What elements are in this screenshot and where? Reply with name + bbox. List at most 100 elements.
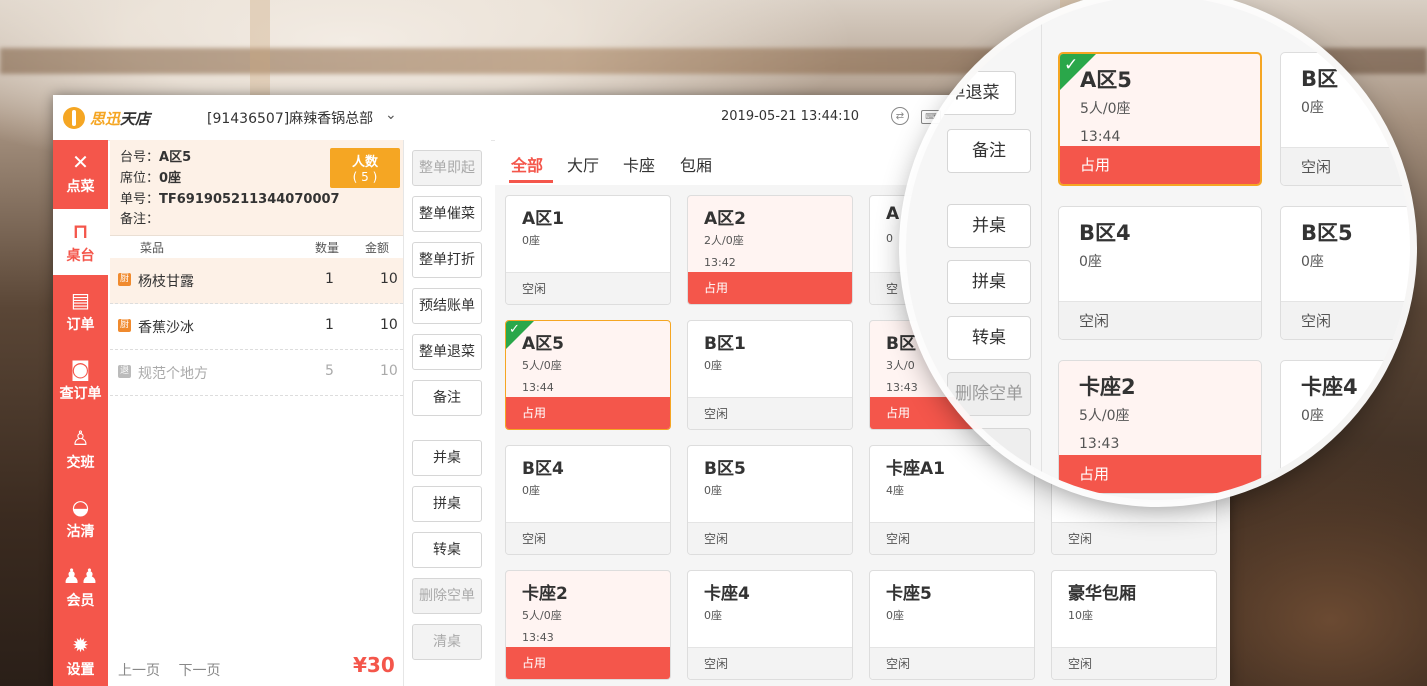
clear-table-button[interactable]: 清桌: [412, 624, 482, 660]
zoom-note-button[interactable]: 备注: [947, 129, 1031, 173]
dish-list-header: 菜品 数量 金额: [110, 236, 403, 259]
order-header: 台号：A区5 席位：0座 单号：TF691905211344070007 备注：…: [110, 140, 403, 236]
tab-all[interactable]: 全部: [511, 152, 543, 176]
order-actions: 整单即起 整单催菜 整单打折 预结账单 整单退菜 备注 并桌 拼桌 转桌 删除空…: [404, 140, 491, 686]
order-panel: 台号：A区5 席位：0座 单号：TF691905211344070007 备注：…: [110, 140, 404, 686]
side-nav: ✕ 点菜 ⊓ 桌台 ▤ 订单 ◙ 查订单 ♙ 交班 ◒ 沽清 ♟♟ 会员 ✹ 设: [53, 140, 108, 686]
seat-number: 席位：0座: [120, 171, 182, 186]
zoom-table-card-selected[interactable]: ✓ A区5 5人/0座 13:44 占用: [1058, 52, 1262, 186]
nav-item-shift[interactable]: ♙ 交班: [53, 416, 108, 482]
returned-tag: 退: [118, 365, 131, 378]
table-status: 占用: [1059, 455, 1261, 493]
table-card[interactable]: A区2 2人/0座 13:42 占用: [687, 195, 853, 305]
order-total: ¥30: [353, 653, 395, 677]
tab-private-room[interactable]: 包厢: [680, 152, 712, 176]
table-card[interactable]: 卡座4 0座 空闲: [687, 570, 853, 680]
table-card[interactable]: 豪华包厢 10座 空闲: [1051, 570, 1217, 680]
nav-item-soldout[interactable]: ◒ 沽清: [53, 485, 108, 551]
zoom-table-card[interactable]: B区4 0座 空闲: [1058, 206, 1262, 340]
table-status: 空闲: [1059, 301, 1261, 339]
zoom-table-card[interactable]: 卡座4 0座: [1280, 360, 1410, 494]
shift-icon: ♙: [71, 426, 90, 450]
zoom-share-table-button[interactable]: 拼桌: [947, 260, 1031, 304]
nav-item-orders[interactable]: ▤ 订单: [53, 278, 108, 344]
zoom-delete-empty-order-button[interactable]: 删除空单: [947, 372, 1031, 416]
table-card[interactable]: 卡座2 5人/0座 13:43 占用: [505, 570, 671, 680]
app-logo: 思迅天店: [63, 107, 150, 129]
return-all-button[interactable]: 整单退菜: [412, 334, 482, 370]
logo-icon: [63, 107, 85, 129]
table-status: 空闲: [870, 522, 1034, 554]
share-table-button[interactable]: 拼桌: [412, 486, 482, 522]
table-card[interactable]: B区5 0座 空闲: [687, 445, 853, 555]
dish-row[interactable]: 厨 杨枝甘露 1 10: [110, 258, 403, 304]
table-card[interactable]: B区4 0座 空闲: [505, 445, 671, 555]
table-status: 空闲: [870, 647, 1034, 679]
zoom-table-card[interactable]: 卡座2 5人/0座 13:43 占用: [1058, 360, 1262, 494]
fire-all-button[interactable]: 整单即起: [412, 150, 482, 186]
table-card[interactable]: A区1 0座 空闲: [505, 195, 671, 305]
table-status: 空闲: [1052, 647, 1216, 679]
logo-text: 思迅天店: [90, 109, 151, 128]
nav-item-order-dishes[interactable]: ✕ 点菜: [53, 140, 108, 206]
dish-row[interactable]: 退 规范个地方 5 10: [110, 350, 403, 396]
discount-all-button[interactable]: 整单打折: [412, 242, 482, 278]
pager: 上一页 下一页: [118, 660, 234, 680]
table-status: 占用: [506, 647, 670, 679]
member-icon: ♟♟: [62, 564, 99, 588]
prev-page-link[interactable]: 上一页: [118, 663, 160, 679]
table-status: 空闲: [688, 522, 852, 554]
kitchen-tag: 厨: [118, 319, 131, 332]
next-page-link[interactable]: 下一页: [178, 663, 220, 679]
zoom-table-card[interactable]: B区 0座 空闲: [1280, 52, 1410, 186]
rush-all-button[interactable]: 整单催菜: [412, 196, 482, 232]
table-status: 空闲: [688, 647, 852, 679]
chevron-down-icon[interactable]: ⌄: [385, 107, 397, 123]
table-status: 空闲: [506, 522, 670, 554]
order-number: 单号：TF691905211344070007: [120, 192, 340, 207]
current-datetime: 2019-05-21 13:44:10: [721, 109, 860, 124]
note-button[interactable]: 备注: [412, 380, 482, 416]
order-note: 备注：: [120, 212, 160, 227]
table-status: 空闲: [1281, 147, 1410, 185]
gear-icon: ✹: [72, 633, 89, 657]
pre-bill-button[interactable]: 预结账单: [412, 288, 482, 324]
table-status: 空闲: [506, 272, 670, 304]
table-status: 空闲: [688, 397, 852, 429]
zoom-merge-table-button[interactable]: 并桌: [947, 204, 1031, 248]
store-selector[interactable]: [91436507]麻辣香锅总部: [207, 108, 373, 128]
utensils-icon: ✕: [72, 150, 89, 174]
tab-hall[interactable]: 大厅: [567, 152, 599, 176]
soldout-icon: ◒: [71, 495, 90, 519]
table-card[interactable]: 卡座5 0座 空闲: [869, 570, 1035, 680]
table-icon: ⊓: [72, 219, 89, 243]
zoom-return-all-button[interactable]: 单退菜: [932, 71, 1016, 115]
order-icon: ▤: [71, 288, 90, 312]
nav-item-settings[interactable]: ✹ 设置: [53, 623, 108, 686]
delete-empty-order-button[interactable]: 删除空单: [412, 578, 482, 614]
nav-item-members[interactable]: ♟♟ 会员: [53, 554, 108, 620]
table-card-selected[interactable]: ✓ A区5 5人/0座 13:44 占用: [505, 320, 671, 430]
zoom-transfer-table-button[interactable]: 转桌: [947, 316, 1031, 360]
kitchen-tag: 厨: [118, 273, 131, 286]
zoom-clear-table-button[interactable]: 桌: [947, 428, 1031, 472]
nav-item-tables[interactable]: ⊓ 桌台: [53, 209, 108, 275]
people-count-button[interactable]: 人数 ( 5 ): [330, 148, 400, 188]
check-icon: ✓: [1064, 55, 1079, 75]
nav-item-search-orders[interactable]: ◙ 查订单: [53, 347, 108, 413]
table-status: 空闲: [1052, 522, 1216, 554]
merge-table-button[interactable]: 并桌: [412, 440, 482, 476]
zoom-magnifier: 单退菜 备注 并桌 拼桌 转桌 删除空单 桌 ✓ A区5 5人/0座 13:44 占…: [906, 0, 1410, 500]
table-status: 占用: [688, 272, 852, 304]
tab-booth[interactable]: 卡座: [623, 152, 655, 176]
table-card[interactable]: B区1 0座 空闲: [687, 320, 853, 430]
active-tab-indicator: [509, 180, 553, 183]
zoom-divider: [1041, 0, 1042, 500]
table-status: 空闲: [1281, 301, 1410, 339]
table-status: 占用: [506, 397, 670, 429]
transfer-table-button[interactable]: 转桌: [412, 532, 482, 568]
search-order-icon: ◙: [70, 357, 91, 381]
zoom-table-card[interactable]: B区5 0座 空闲: [1280, 206, 1410, 340]
dish-row[interactable]: 厨 香蕉沙冰 1 10: [110, 304, 403, 350]
zoom-content: 单退菜 备注 并桌 拼桌 转桌 删除空单 桌 ✓ A区5 5人/0座 13:44 占…: [906, 0, 1410, 500]
